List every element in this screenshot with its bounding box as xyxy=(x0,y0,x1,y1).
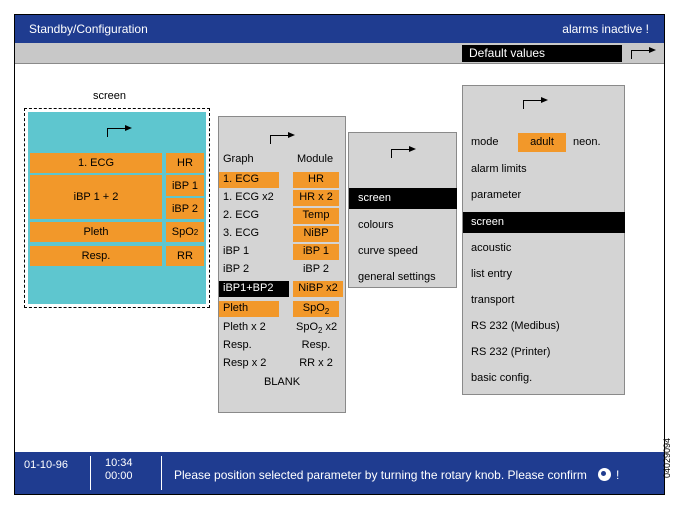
graph-option[interactable]: Resp. xyxy=(223,338,252,354)
preview-cell-pleth[interactable]: Pleth xyxy=(30,222,162,242)
menu-item-screen[interactable]: screen xyxy=(349,188,457,209)
spo2-label: SpO xyxy=(302,302,325,314)
menu-item-screen[interactable]: screen xyxy=(463,212,625,233)
status-divider xyxy=(90,456,91,490)
module-option[interactable]: Resp. xyxy=(293,338,339,354)
graph-option-selected[interactable]: iBP1+BP2 xyxy=(219,281,289,297)
return-arrow-icon[interactable] xyxy=(391,146,417,159)
preview-cell-hr[interactable]: HR xyxy=(166,153,204,173)
document-id: 04029094 xyxy=(662,437,672,478)
menu-item-rs232-printer[interactable]: RS 232 (Printer) xyxy=(471,346,550,358)
status-timer: 00:00 xyxy=(105,470,133,482)
preview-cell-spo2[interactable]: SpO 2 xyxy=(166,222,204,242)
menu-item-general-settings[interactable]: general settings xyxy=(358,271,436,283)
blank-option[interactable]: BLANK xyxy=(219,375,345,391)
module-option[interactable]: NiBP x2 xyxy=(293,281,343,297)
module-column-header: Module xyxy=(297,153,334,165)
status-bar: 01-10-96 10:34 00:00 Please position sel… xyxy=(15,452,664,494)
graph-option[interactable]: 3. ECG xyxy=(223,226,259,242)
module-option[interactable]: RR x 2 xyxy=(293,356,339,372)
spo2-subscript: 2 xyxy=(193,227,199,237)
graph-column-header: Graph xyxy=(223,153,254,165)
spo2-suffix: x2 xyxy=(322,321,338,333)
menu-item-basic-config[interactable]: basic config. xyxy=(471,372,532,384)
return-arrow-icon[interactable] xyxy=(107,125,133,138)
screen-preview-label: screen xyxy=(93,90,127,102)
module-option[interactable]: HR x 2 xyxy=(293,190,339,206)
screen-preview: 1. ECG HR iBP 1 + 2 iBP 1 iBP 2 Pleth Sp… xyxy=(24,108,210,308)
alarm-status: alarms inactive ! xyxy=(562,22,649,36)
preview-cell-resp[interactable]: Resp. xyxy=(30,246,162,266)
status-divider xyxy=(161,456,162,490)
return-arrow-icon xyxy=(631,47,657,60)
module-option-spo2x2[interactable]: SpO2 x2 xyxy=(296,320,337,336)
spo2-subscript: 2 xyxy=(324,307,330,317)
graph-option[interactable]: 1. ECG x2 xyxy=(223,190,274,206)
preview-cell-ecg[interactable]: 1. ECG xyxy=(30,153,162,173)
graph-option[interactable]: Resp x 2 xyxy=(223,356,266,372)
menu-item-alarm-limits[interactable]: alarm limits xyxy=(471,163,527,175)
preview-cell-ibp1[interactable]: iBP 1 xyxy=(166,175,204,196)
mode-label: mode xyxy=(471,136,499,148)
status-date: 01-10-96 xyxy=(24,459,69,471)
module-option[interactable]: NiBP xyxy=(293,226,339,242)
menu-item-acoustic[interactable]: acoustic xyxy=(471,242,511,254)
mode-neonatal-option[interactable]: neon. xyxy=(573,136,601,148)
spo2-label: SpO xyxy=(171,226,194,238)
graph-option[interactable]: iBP 1 xyxy=(223,244,249,260)
menu-item-curve-speed[interactable]: curve speed xyxy=(358,245,418,257)
return-arrow-icon[interactable] xyxy=(270,132,296,145)
default-values-menu-panel: mode adult neon. alarm limits parameter … xyxy=(462,85,625,395)
toolbar: Default values xyxy=(15,43,664,64)
mode-adult-option[interactable]: adult xyxy=(518,133,566,152)
title-bar: Standby/Configuration alarms inactive ! xyxy=(15,15,664,43)
return-button[interactable] xyxy=(623,46,659,61)
menu-item-colours[interactable]: colours xyxy=(358,219,393,231)
graph-option[interactable]: 2. ECG xyxy=(223,208,259,224)
status-exclaim: ! xyxy=(616,468,620,482)
page-title: Standby/Configuration xyxy=(29,22,148,36)
default-values-button[interactable]: Default values xyxy=(462,45,622,62)
spo2-label: SpO xyxy=(296,321,319,333)
status-time: 10:34 xyxy=(105,457,133,469)
screen-preview-canvas: 1. ECG HR iBP 1 + 2 iBP 1 iBP 2 Pleth Sp… xyxy=(28,112,206,304)
module-option[interactable]: iBP 1 xyxy=(293,244,339,260)
graph-option[interactable]: Pleth xyxy=(219,301,279,317)
module-option[interactable]: iBP 2 xyxy=(293,262,339,278)
parameter-select-panel: Graph Module 1. ECG 1. ECG x2 2. ECG 3. … xyxy=(218,116,346,413)
module-option[interactable]: Temp xyxy=(293,208,339,224)
status-message: Please position selected parameter by tu… xyxy=(174,468,587,482)
graph-option[interactable]: iBP 2 xyxy=(223,262,249,278)
monitor-screen: Standby/Configuration alarms inactive ! … xyxy=(14,14,665,495)
module-option[interactable]: HR xyxy=(293,172,339,188)
configuration-menu-panel: screen colours curve speed general setti… xyxy=(348,132,457,288)
return-arrow-icon[interactable] xyxy=(523,97,549,110)
graph-option[interactable]: 1. ECG xyxy=(219,172,279,188)
menu-item-transport[interactable]: transport xyxy=(471,294,514,306)
menu-item-list-entry[interactable]: list entry xyxy=(471,268,512,280)
preview-cell-rr[interactable]: RR xyxy=(166,246,204,266)
menu-item-parameter[interactable]: parameter xyxy=(471,189,521,201)
module-option-spo2[interactable]: SpO2 xyxy=(293,301,339,317)
preview-cell-ibp12[interactable]: iBP 1 + 2 xyxy=(30,175,162,219)
rotary-knob-icon xyxy=(598,468,611,481)
preview-cell-ibp2[interactable]: iBP 2 xyxy=(166,198,204,219)
graph-option[interactable]: Pleth x 2 xyxy=(223,320,266,336)
menu-item-rs232-medibus[interactable]: RS 232 (Medibus) xyxy=(471,320,560,332)
